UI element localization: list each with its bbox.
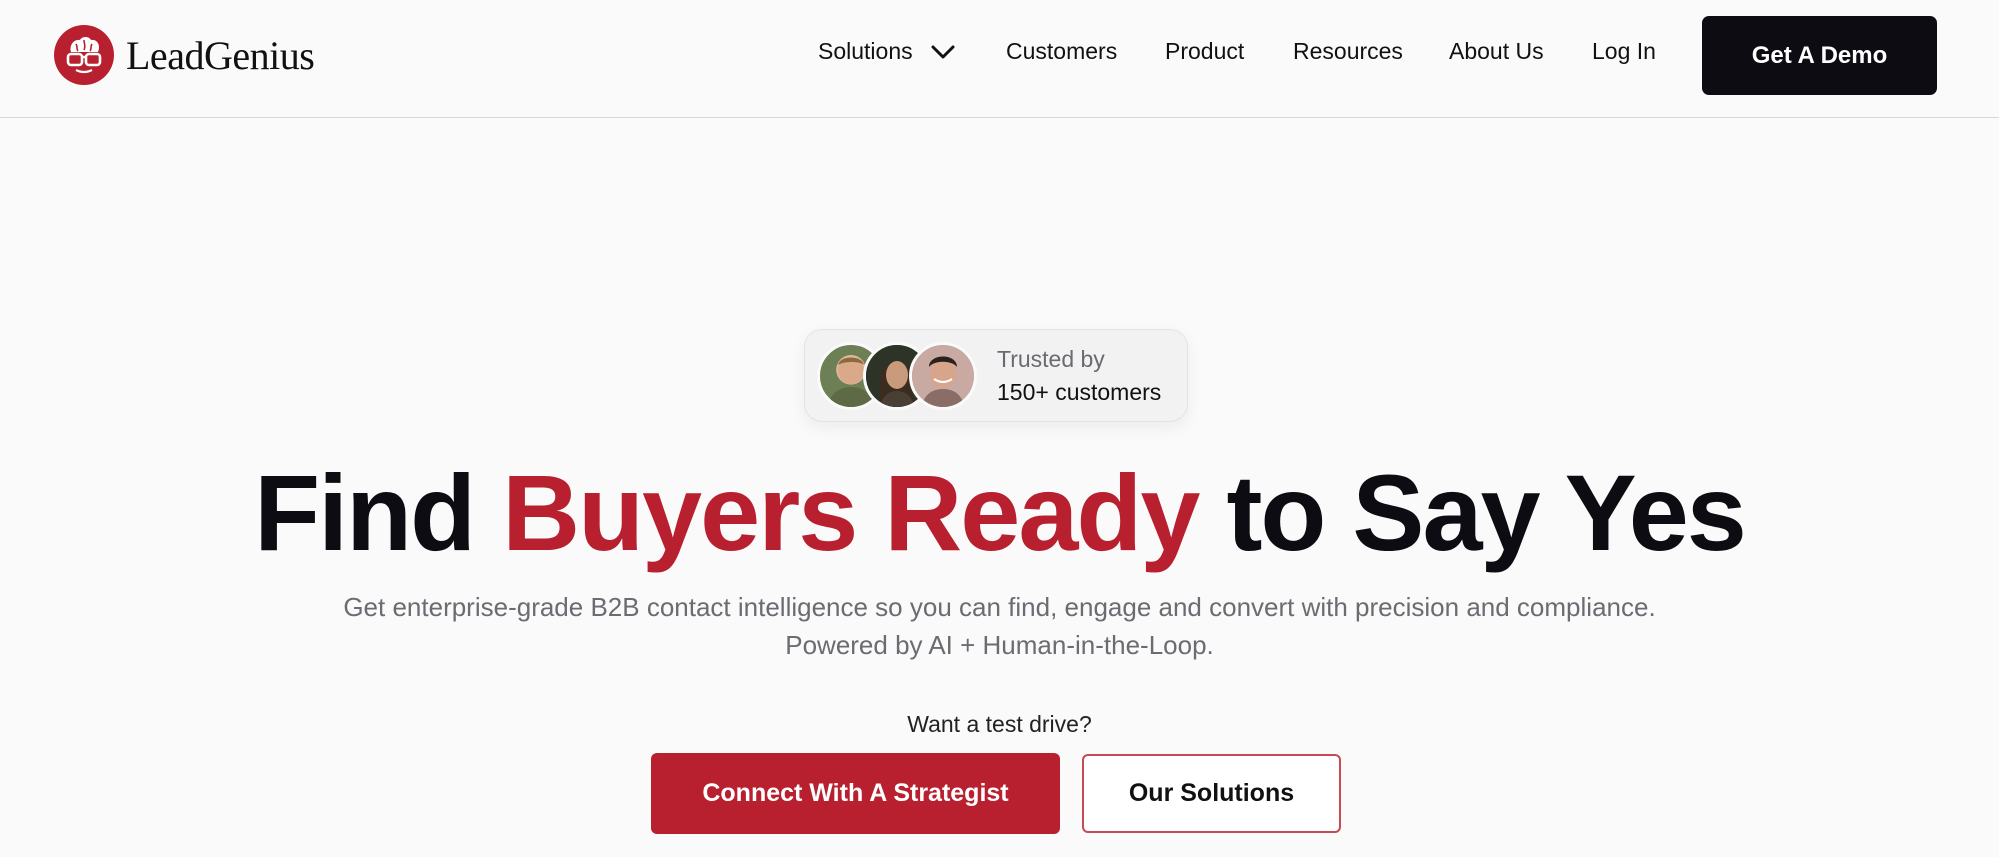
customer-avatar-3 <box>909 342 977 410</box>
our-solutions-button[interactable]: Our Solutions <box>1082 754 1341 833</box>
trust-badge: Trusted by 150+ customers <box>804 329 1188 422</box>
nav-customers[interactable]: Customers <box>1006 38 1117 65</box>
get-a-demo-button[interactable]: Get A Demo <box>1702 16 1937 95</box>
site-header: LeadGenius Solutions Customers Product R… <box>0 0 1999 118</box>
test-drive-prompt: Want a test drive? <box>907 711 1092 737</box>
brain-with-glasses-icon <box>54 25 114 85</box>
hero-subtitle: Get enterprise-grade B2B contact intelli… <box>343 592 1656 660</box>
headline-end: to Say Yes <box>1226 452 1746 573</box>
trusted-by-label: Trusted by <box>997 346 1105 372</box>
chevron-down-icon[interactable] <box>930 44 956 65</box>
headline-start: Find <box>254 452 476 573</box>
customer-count: 150+ customers <box>997 379 1162 405</box>
hero-headline: Find Buyers Ready to Say Yes <box>0 452 1999 574</box>
connect-with-strategist-button[interactable]: Connect With A Strategist <box>651 753 1060 834</box>
headline-accent: Buyers Ready <box>502 452 1200 573</box>
nav-solutions[interactable]: Solutions <box>818 38 913 65</box>
brand-name: LeadGenius <box>126 32 315 78</box>
nav-about-us[interactable]: About Us <box>1449 38 1544 65</box>
brand-logo[interactable]: LeadGenius <box>54 25 315 85</box>
nav-log-in[interactable]: Log In <box>1592 38 1656 65</box>
nav-product[interactable]: Product <box>1165 38 1244 65</box>
nav-resources[interactable]: Resources <box>1293 38 1403 65</box>
